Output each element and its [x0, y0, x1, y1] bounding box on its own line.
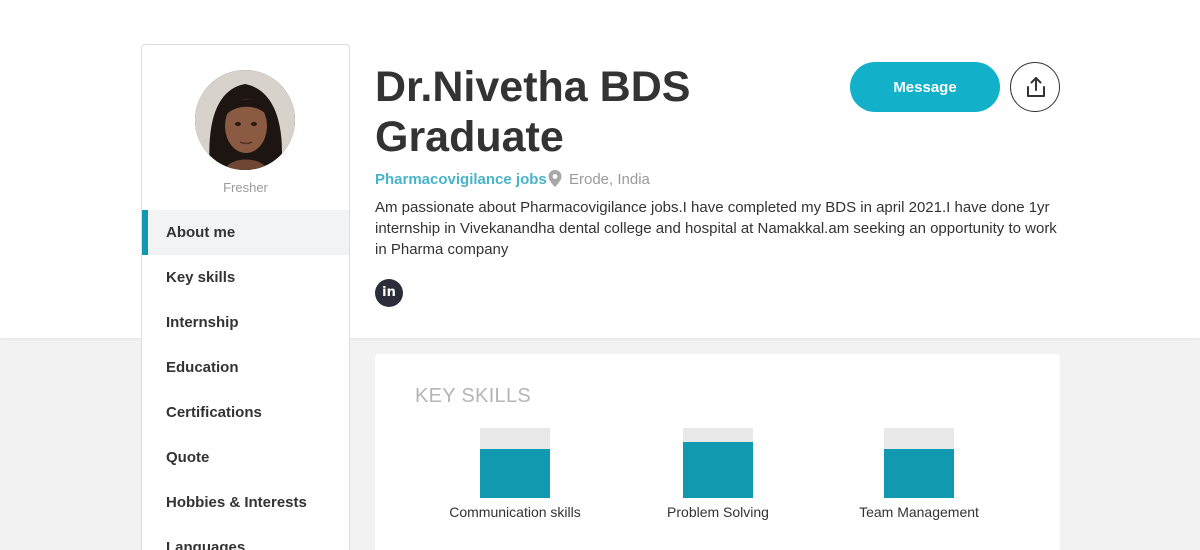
skill-level-fill	[480, 449, 550, 498]
skill-level-fill	[884, 449, 954, 498]
skill-level-fill	[683, 442, 753, 498]
sidebar-item-about-me[interactable]: About me	[142, 210, 349, 255]
profile-name: Dr.Nivetha BDS Graduate	[375, 63, 691, 161]
share-upload-icon	[1027, 77, 1045, 97]
profile-bio: Am passionate about Pharmacovigilance jo…	[375, 199, 1057, 258]
skill-level-bar	[683, 428, 753, 498]
skill-level-bar	[884, 428, 954, 498]
sidebar-item-languages[interactable]: Languages	[142, 525, 349, 550]
skill-label: Problem Solving	[667, 504, 769, 520]
sidebar-item-certifications[interactable]: Certifications	[142, 390, 349, 435]
profile-sidebar: Fresher About me Key skills Internship E…	[141, 44, 350, 550]
skill-label: Team Management	[859, 504, 979, 520]
skill-level-bar	[480, 428, 550, 498]
role-label: Fresher	[223, 180, 268, 195]
sidebar-item-hobbies[interactable]: Hobbies & Interests	[142, 480, 349, 525]
sidebar-item-internship[interactable]: Internship	[142, 300, 349, 345]
sidebar-item-quote[interactable]: Quote	[142, 435, 349, 480]
linkedin-icon[interactable]: in	[375, 279, 403, 307]
skill-label: Communication skills	[449, 504, 581, 520]
job-interest-link[interactable]: Pharmacovigilance jobs	[375, 171, 547, 188]
location-text: Erode, India	[569, 171, 650, 188]
avatar	[195, 70, 295, 170]
sidebar-item-education[interactable]: Education	[142, 345, 349, 390]
key-skills-card: KEY SKILLS Communication skills Problem …	[375, 354, 1060, 550]
map-pin-icon	[548, 170, 562, 193]
key-skills-title: KEY SKILLS	[415, 385, 532, 407]
sidebar-item-key-skills[interactable]: Key skills	[142, 255, 349, 300]
share-button[interactable]	[1010, 62, 1060, 112]
sidebar-nav: About me Key skills Internship Education…	[142, 210, 349, 550]
message-button[interactable]: Message	[850, 62, 1000, 112]
